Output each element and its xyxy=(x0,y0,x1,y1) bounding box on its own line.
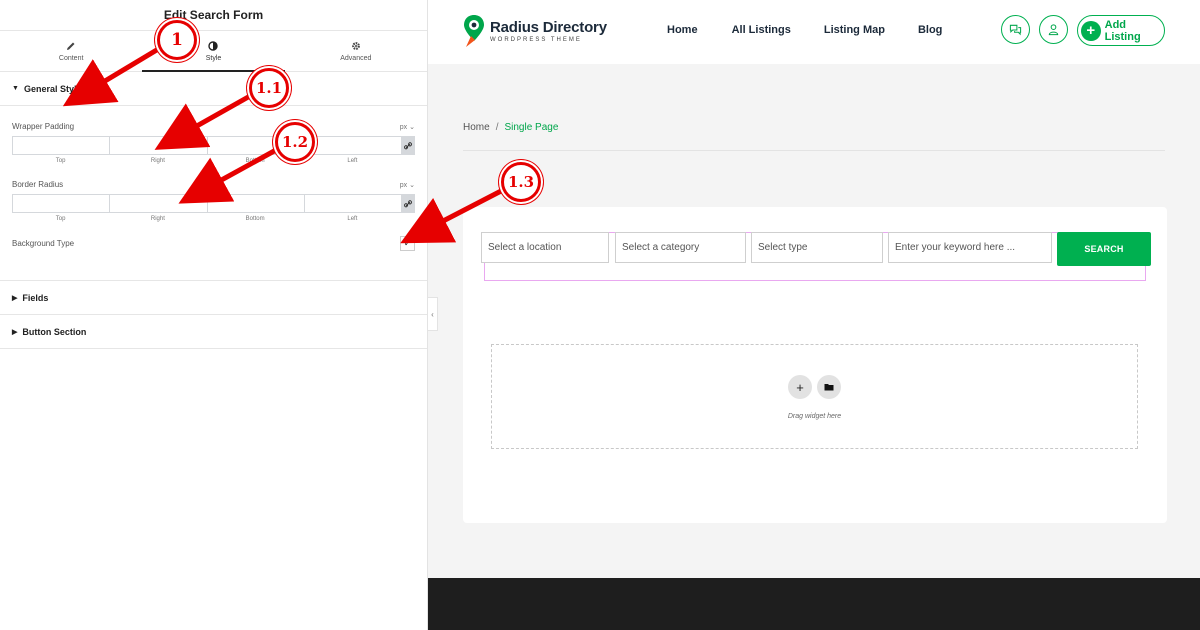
breadcrumb: Home / Single Page xyxy=(463,122,558,133)
side-label: Bottom xyxy=(245,216,265,222)
chevron-left-icon: ‹ xyxy=(431,309,434,319)
plus-icon: + xyxy=(796,379,804,395)
unit-select[interactable]: px ⌄ xyxy=(400,123,415,131)
type-select[interactable]: Select type xyxy=(751,232,883,263)
side-label: Left xyxy=(347,216,358,222)
breadcrumb-current: Single Page xyxy=(504,122,559,133)
gear-icon xyxy=(351,41,360,50)
drop-zone-text: Drag widget here xyxy=(787,413,842,420)
radius-side-labels: Top Right Bottom Left xyxy=(12,216,401,222)
plus-icon: + xyxy=(1081,20,1101,41)
site-header: Radius Directory WORDPRESS THEME Home Al… xyxy=(428,0,1200,64)
breadcrumb-separator: / xyxy=(495,122,499,133)
section-general-title: General Style xyxy=(23,83,82,94)
border-radius-inputs xyxy=(12,194,415,213)
background-type-row: Background Type ✓ xyxy=(12,222,415,251)
section-fields-title: Fields xyxy=(22,292,49,303)
radius-right-input[interactable] xyxy=(109,194,207,213)
background-type-label: Background Type xyxy=(12,239,75,248)
padding-side-labels: Top Right Bottom Left xyxy=(12,158,401,164)
site-preview: Radius Directory WORDPRESS THEME Home Al… xyxy=(428,0,1200,630)
tab-advanced[interactable]: Advanced xyxy=(285,31,427,71)
logo-subtitle: WORDPRESS THEME xyxy=(490,37,582,43)
radius-left-input[interactable] xyxy=(303,194,401,213)
keyword-input[interactable]: Enter your keyword here ... xyxy=(888,232,1052,263)
annotation-badge-1: 1 xyxy=(157,20,197,60)
annotation-badge-1-3: 1.3 xyxy=(501,162,541,202)
tab-style-label: Style xyxy=(205,54,222,62)
widget-drop-zone[interactable]: + Drag widget here xyxy=(491,344,1138,449)
section-button-title: Button Section xyxy=(22,326,87,337)
main-nav: Home All Listings Listing Map Blog xyxy=(667,24,942,36)
nav-listing-map[interactable]: Listing Map xyxy=(824,24,885,36)
add-listing-button[interactable]: + Add Listing xyxy=(1077,15,1165,46)
annotation-badge-1-2: 1.2 xyxy=(275,122,315,162)
nav-all-listings[interactable]: All Listings xyxy=(732,24,791,36)
tab-advanced-label: Advanced xyxy=(340,54,372,62)
breadcrumb-home[interactable]: Home xyxy=(463,122,490,133)
pencil-icon xyxy=(67,42,75,50)
link-values-button[interactable] xyxy=(401,194,415,213)
panel-title: Edit Search Form xyxy=(0,0,427,31)
user-icon xyxy=(1048,24,1059,36)
collapse-panel-button[interactable]: ‹ xyxy=(428,297,438,331)
editor-panel: Edit Search Form Content Style Advanced … xyxy=(0,0,428,630)
section-general-style[interactable]: ▼ General Style xyxy=(0,72,427,106)
wrapper-padding-inputs xyxy=(12,136,415,155)
panel-tabs: Content Style Advanced xyxy=(0,31,427,72)
link-icon xyxy=(404,199,412,207)
template-library-button[interactable] xyxy=(817,375,841,399)
location-select[interactable]: Select a location xyxy=(481,232,609,263)
unit-select[interactable]: px ⌄ xyxy=(400,181,415,189)
logo-title: Radius Directory xyxy=(490,19,607,36)
side-label: Top xyxy=(55,216,66,222)
wrapper-padding-label: Wrapper Padding xyxy=(12,122,75,131)
radius-top-input[interactable] xyxy=(12,194,110,213)
wrapper-padding-row: Wrapper Padding px ⌄ xyxy=(12,106,415,131)
general-style-body: Wrapper Padding px ⌄ Top Right Bottom Le… xyxy=(0,106,427,281)
link-icon xyxy=(404,141,412,149)
caret-right-icon: ▶ xyxy=(12,294,18,302)
tab-content-label: Content xyxy=(58,54,84,62)
add-listing-label: Add Listing xyxy=(1104,18,1141,43)
map-pin-logo-icon xyxy=(464,15,484,47)
chat-icon xyxy=(1009,24,1022,36)
background-type-toggle[interactable]: ✓ xyxy=(400,236,415,251)
add-widget-button[interactable]: + xyxy=(788,375,812,399)
padding-right-input[interactable] xyxy=(109,136,207,155)
site-footer xyxy=(428,578,1200,630)
category-select[interactable]: Select a category xyxy=(615,232,746,263)
padding-top-input[interactable] xyxy=(12,136,110,155)
nav-home[interactable]: Home xyxy=(667,24,698,36)
site-logo[interactable]: Radius Directory WORDPRESS THEME xyxy=(462,14,607,48)
side-label: Top xyxy=(55,158,66,164)
folder-icon xyxy=(824,384,834,391)
caret-right-icon: ▶ xyxy=(12,328,18,336)
half-circle-icon xyxy=(208,40,219,51)
side-label: Left xyxy=(347,158,358,164)
section-fields[interactable]: ▶ Fields xyxy=(0,281,427,315)
user-button[interactable] xyxy=(1039,15,1068,44)
annotation-badge-1-1: 1.1 xyxy=(249,68,289,108)
padding-left-input[interactable] xyxy=(303,136,401,155)
side-label: Right xyxy=(150,158,165,164)
nav-blog[interactable]: Blog xyxy=(918,24,942,36)
border-radius-row: Border Radius px ⌄ xyxy=(12,164,415,189)
side-label: Right xyxy=(150,216,165,222)
radius-bottom-input[interactable] xyxy=(206,194,304,213)
caret-down-icon: ▼ xyxy=(12,85,19,92)
divider xyxy=(463,150,1165,151)
border-radius-label: Border Radius xyxy=(12,180,64,189)
link-values-button[interactable] xyxy=(401,136,415,155)
section-button[interactable]: ▶ Button Section xyxy=(0,315,427,349)
search-button[interactable]: SEARCH xyxy=(1057,232,1151,266)
tab-content[interactable]: Content xyxy=(0,31,142,71)
chat-button[interactable] xyxy=(1001,15,1030,44)
